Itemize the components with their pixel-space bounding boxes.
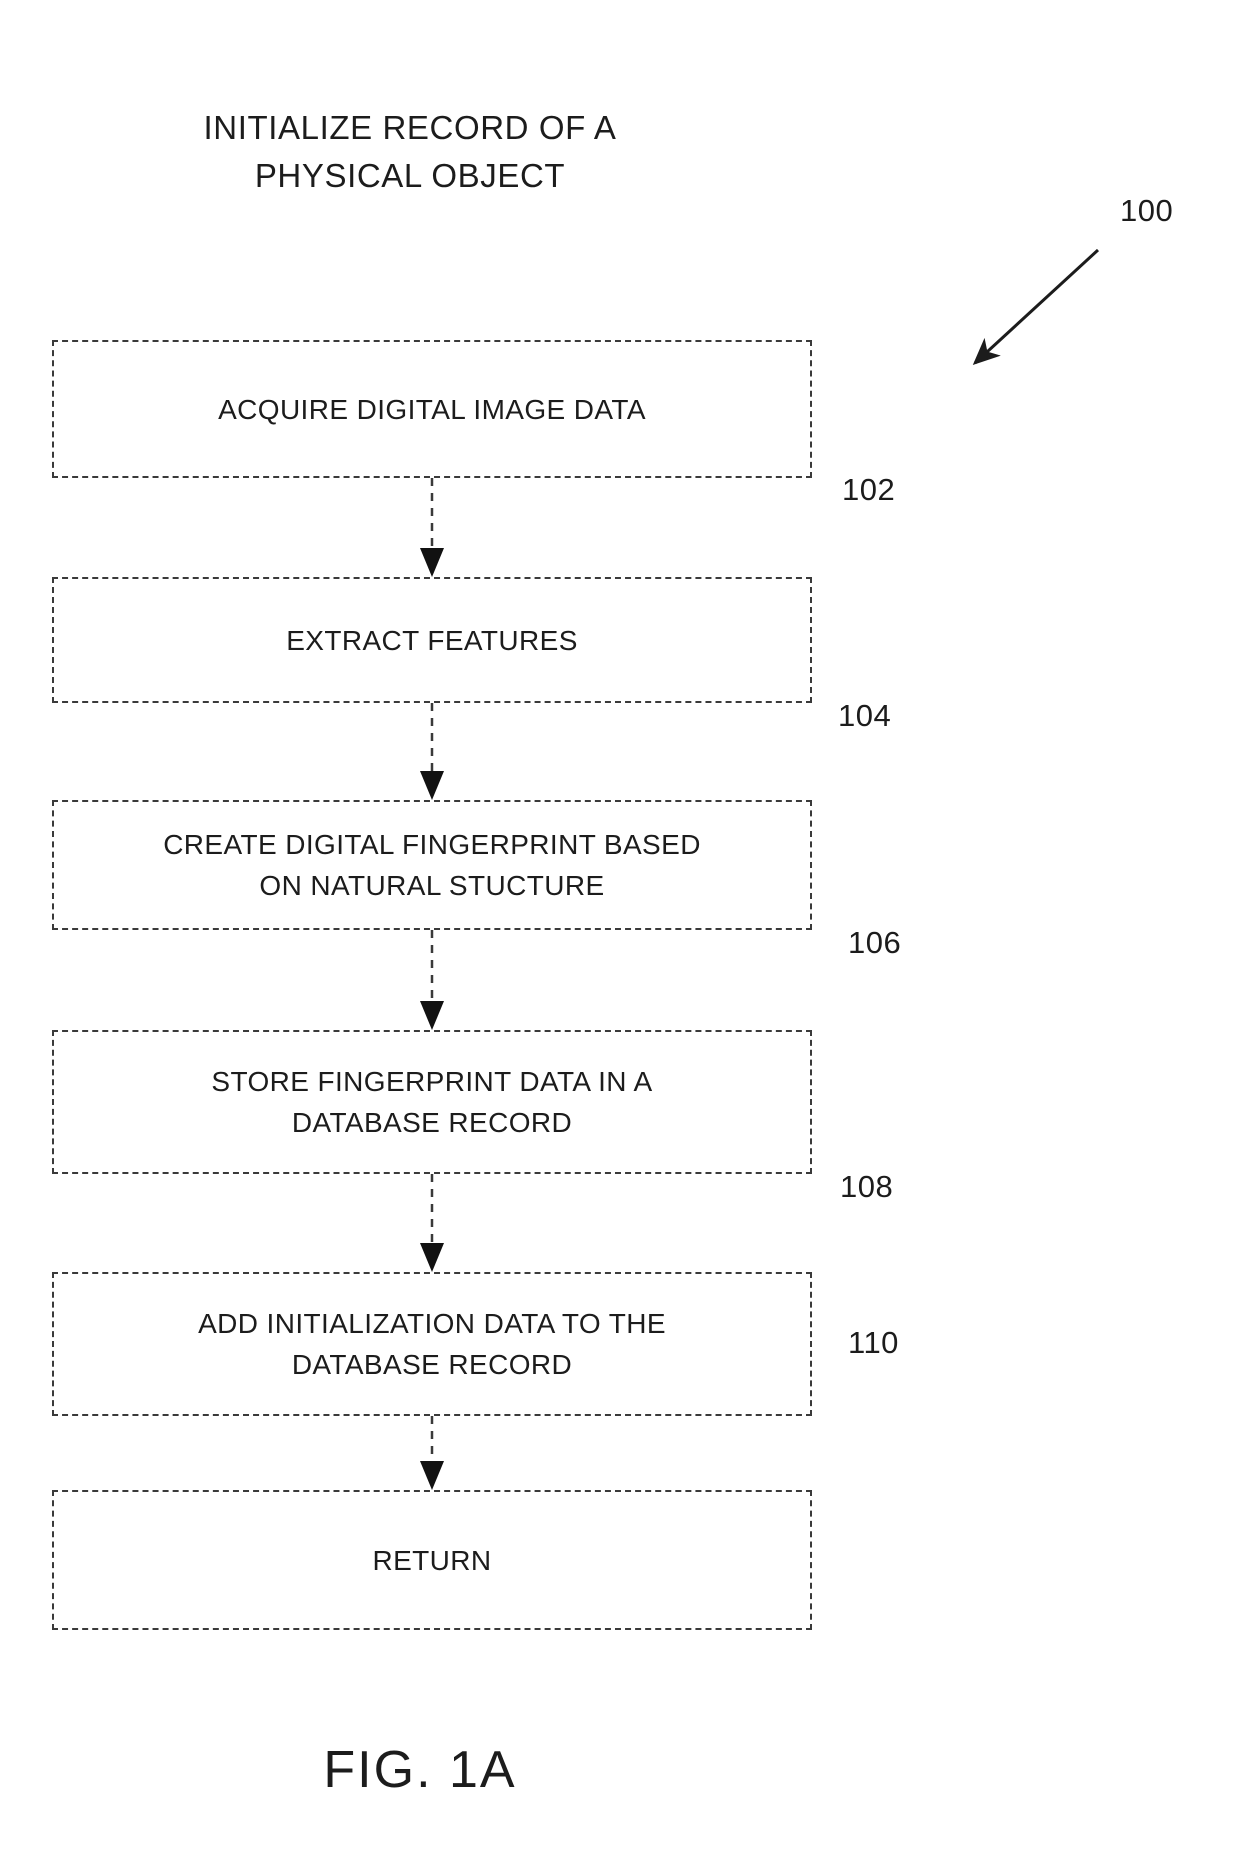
flow-step-add-initialization-data-label: ADD INITIALIZATION DATA TO THE DATABASE … — [198, 1308, 666, 1380]
flow-step-return-label: RETURN — [372, 1544, 492, 1576]
flow-step-store-fingerprint-ref: 108 — [840, 1169, 894, 1204]
flow-step-acquire-ref: 102 — [842, 472, 896, 507]
connector-arrow-add-to-return — [420, 1416, 444, 1490]
figure-caption: FIG. 1A — [323, 1741, 517, 1799]
overall-ref-leader-arrow — [972, 248, 1100, 366]
connector-arrow-create-to-store — [420, 930, 444, 1030]
flow-step-return: RETURN — [52, 1490, 812, 1630]
figure-title: INITIALIZE RECORD OF A PHYSICAL OBJECT — [203, 109, 617, 194]
flow-step-create-fingerprint: CREATE DIGITAL FINGERPRINT BASED ON NATU… — [52, 800, 812, 930]
patent-figure-page: INITIALIZE RECORD OF A PHYSICAL OBJECT 1… — [0, 0, 1240, 1866]
flow-step-add-initialization-data-ref: 110 — [848, 1325, 899, 1360]
connector-arrow-store-to-add — [420, 1174, 444, 1272]
flow-step-acquire: ACQUIRE DIGITAL IMAGE DATA — [52, 340, 812, 478]
flow-step-extract-ref: 104 — [838, 698, 892, 733]
connector-arrow-acquire-to-extract — [420, 478, 444, 577]
connector-arrow-extract-to-create — [420, 703, 444, 800]
flow-step-create-fingerprint-label: CREATE DIGITAL FINGERPRINT BASED ON NATU… — [163, 829, 701, 901]
flow-step-store-fingerprint-label: STORE FINGERPRINT DATA IN A DATABASE REC… — [211, 1066, 653, 1138]
flow-step-create-fingerprint-ref: 106 — [848, 925, 902, 960]
flow-step-add-initialization-data: ADD INITIALIZATION DATA TO THE DATABASE … — [52, 1272, 812, 1416]
flow-step-acquire-label: ACQUIRE DIGITAL IMAGE DATA — [218, 393, 646, 425]
flow-step-store-fingerprint: STORE FINGERPRINT DATA IN A DATABASE REC… — [52, 1030, 812, 1174]
overall-ref-number: 100 — [1120, 193, 1174, 228]
flow-step-extract: EXTRACT FEATURES — [52, 577, 812, 703]
flow-step-extract-label: EXTRACT FEATURES — [286, 624, 578, 656]
